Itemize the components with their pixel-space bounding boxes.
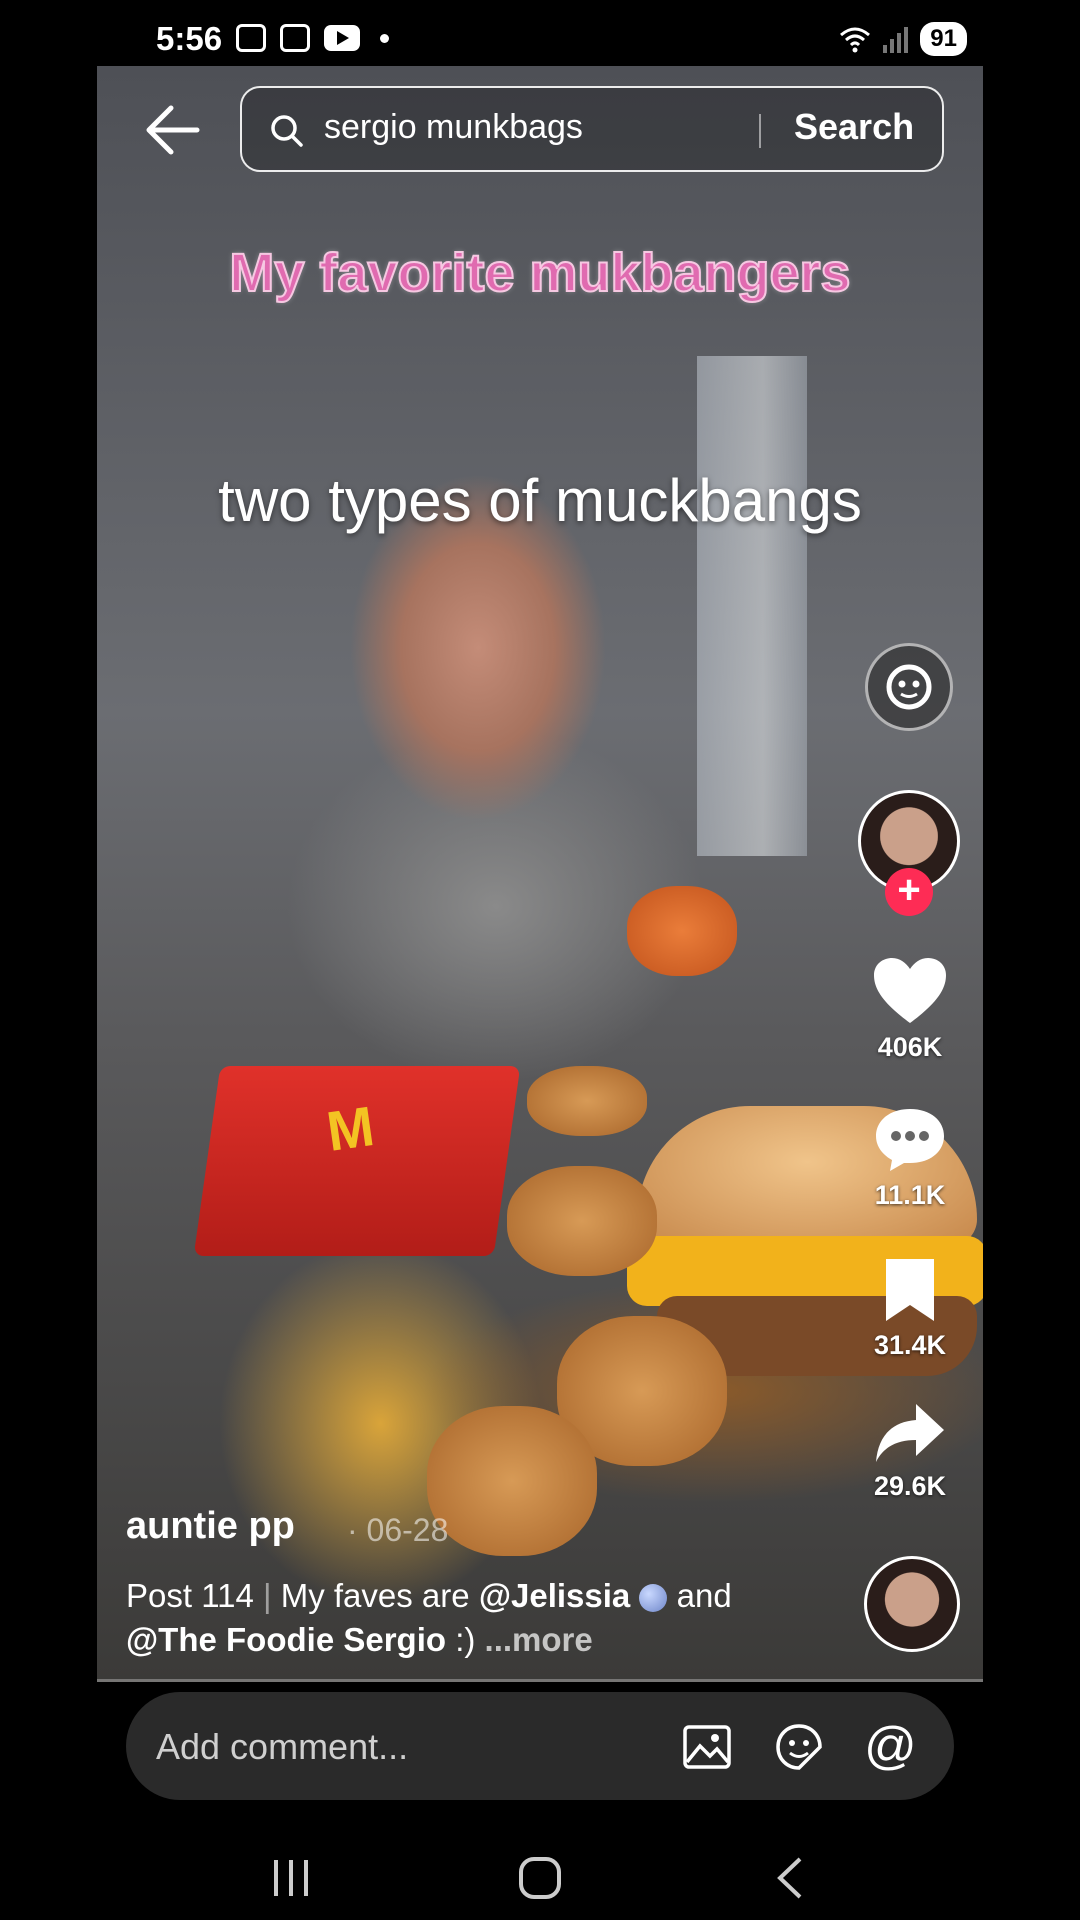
- caption-text: and: [676, 1577, 732, 1614]
- post-caption: Post 114 | My faves are @Jelissia and @T…: [126, 1574, 846, 1662]
- back-arrow-icon[interactable]: [145, 104, 201, 156]
- comment-button[interactable]: 11.1K: [840, 1105, 980, 1211]
- notification-dot-icon: [380, 33, 389, 43]
- mention-button[interactable]: @: [864, 1716, 917, 1776]
- comment-bubble-icon: [876, 1109, 944, 1171]
- background-window: [697, 356, 807, 856]
- nugget: [527, 1066, 647, 1136]
- caption-text: :): [455, 1621, 476, 1658]
- like-count: 406K: [877, 1032, 943, 1062]
- reaction-button[interactable]: [865, 643, 953, 731]
- fries-logo: M: [322, 1094, 378, 1163]
- search-divider: [759, 114, 761, 148]
- search-bar[interactable]: sergio munkbags Search: [240, 86, 944, 172]
- battery-indicator: 91: [920, 22, 967, 56]
- image-icon[interactable]: [682, 1722, 732, 1772]
- comment-input[interactable]: Add comment...: [156, 1726, 408, 1768]
- heart-icon: [874, 958, 946, 1023]
- search-input[interactable]: sergio munkbags: [324, 108, 583, 147]
- screenshot-icon: [280, 24, 310, 52]
- video-overlay-subtitle: two types of muckbangs: [218, 467, 862, 534]
- bookmark-icon: [886, 1259, 934, 1321]
- comment-bar[interactable]: Add comment... @: [126, 1692, 954, 1800]
- bubble-emoji-icon: [639, 1584, 668, 1613]
- status-left-icons: [236, 24, 389, 52]
- recent-apps-icon[interactable]: [270, 1858, 312, 1898]
- mention-link[interactable]: @Jelissia: [479, 1577, 630, 1614]
- reaction-face-icon: [886, 664, 932, 710]
- post-date: · 06-28: [347, 1512, 449, 1548]
- share-count: 29.6K: [873, 1471, 947, 1501]
- follow-button[interactable]: +: [885, 868, 933, 916]
- status-time: 5:56: [156, 20, 223, 57]
- like-button[interactable]: 406K: [840, 955, 980, 1063]
- share-button[interactable]: 29.6K: [840, 1400, 980, 1502]
- author-name[interactable]: auntie pp: [126, 1505, 295, 1548]
- signal-icon: [883, 25, 909, 53]
- youtube-icon: [324, 25, 360, 51]
- video-overlay-title: My favorite mukbangers: [228, 242, 851, 304]
- sound-avatar[interactable]: [864, 1556, 960, 1652]
- system-nav-bar: [0, 1820, 1080, 1920]
- save-count: 31.4K: [873, 1330, 947, 1360]
- mention-link[interactable]: @The Foodie Sergio: [126, 1621, 446, 1658]
- more-link[interactable]: ...more: [485, 1621, 593, 1658]
- emoji-icon[interactable]: [774, 1722, 824, 1772]
- nugget: [427, 1406, 597, 1556]
- caption-text: My faves are: [280, 1577, 470, 1614]
- held-nugget: [627, 886, 737, 976]
- post-number: Post 114: [126, 1577, 254, 1614]
- search-icon: [271, 115, 303, 147]
- system-back-icon[interactable]: [774, 1856, 804, 1900]
- video-progress-bar[interactable]: [97, 1679, 983, 1682]
- share-arrow-icon: [876, 1404, 944, 1462]
- comment-count: 11.1K: [874, 1180, 946, 1210]
- search-button[interactable]: Search: [794, 106, 914, 148]
- home-icon[interactable]: [518, 1856, 562, 1900]
- caption-separator: |: [262, 1577, 272, 1614]
- nugget: [507, 1166, 657, 1276]
- screen-record-icon: [236, 24, 266, 52]
- save-button[interactable]: 31.4K: [840, 1255, 980, 1361]
- status-right-icons: 91: [839, 22, 967, 56]
- wifi-icon: [840, 27, 871, 53]
